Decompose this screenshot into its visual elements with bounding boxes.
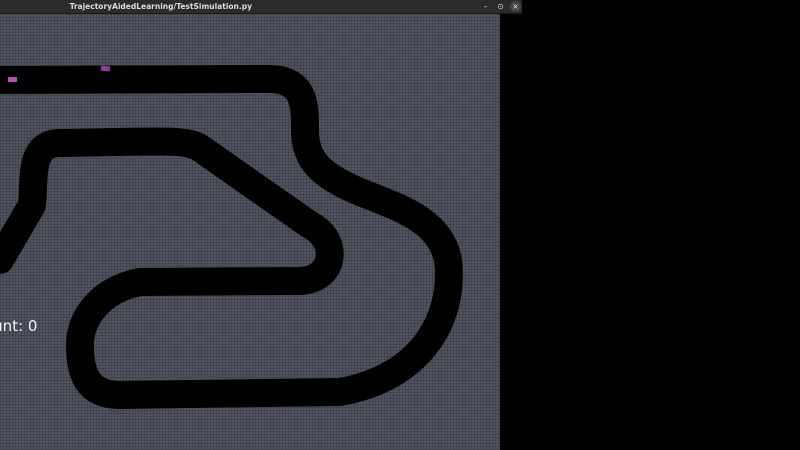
window-title: TrajectoryAidedLearning/TestSimulation.p… xyxy=(69,2,252,11)
simulation-canvas: ount: 0 xyxy=(0,14,500,450)
desktop-screen: TrajectoryAidedLearning/TestSimulation.p… xyxy=(0,0,800,450)
lap-counter-text: ount: 0 xyxy=(0,317,38,335)
close-button[interactable]: × xyxy=(510,1,521,12)
simulation-window: TrajectoryAidedLearning/TestSimulation.p… xyxy=(0,0,522,450)
maximize-button[interactable]: ⊙ xyxy=(495,1,506,12)
race-track-svg xyxy=(0,65,463,409)
window-titlebar[interactable]: TrajectoryAidedLearning/TestSimulation.p… xyxy=(0,0,522,14)
minimize-button[interactable]: – xyxy=(480,1,491,12)
race-track xyxy=(0,65,463,409)
agent-car xyxy=(100,65,111,72)
agent-car xyxy=(8,77,17,82)
